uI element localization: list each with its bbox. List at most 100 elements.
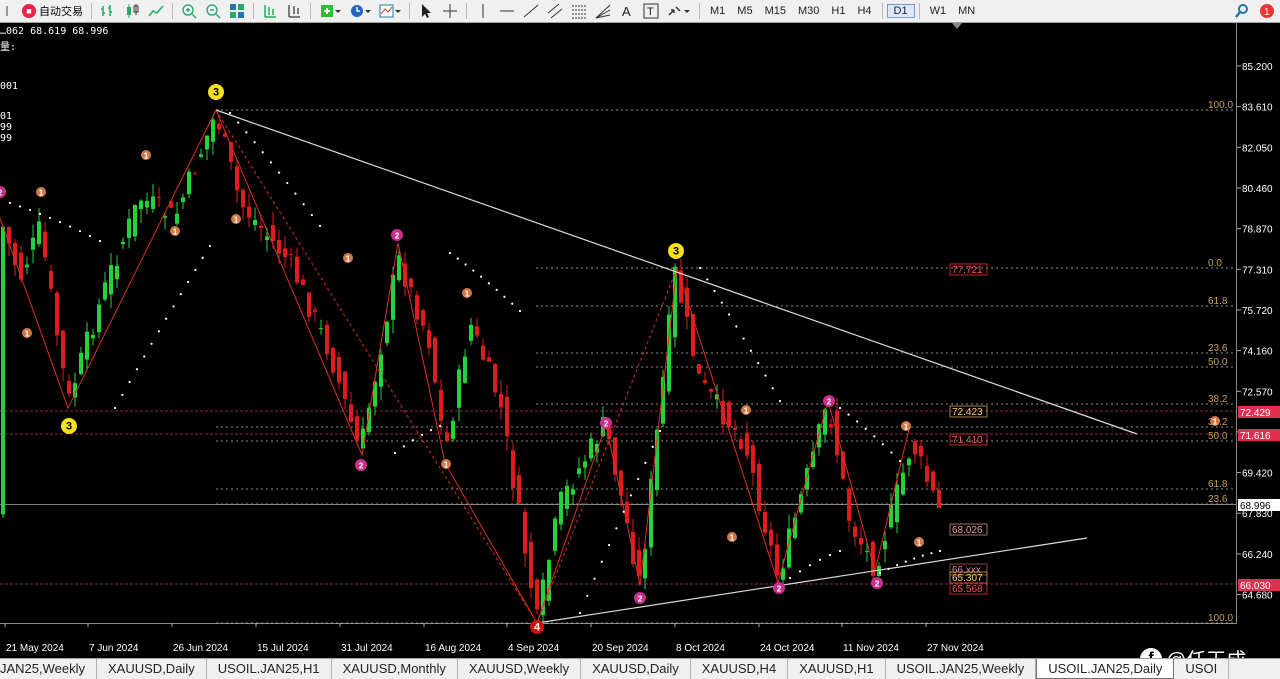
candle-body: [757, 463, 761, 512]
tile-icon[interactable]: [226, 2, 248, 20]
chart-shift-marker[interactable]: [952, 23, 962, 29]
parabolic-sar-dot: [294, 192, 297, 195]
price-label: 66.240: [1242, 550, 1273, 561]
candle-body: [103, 282, 107, 300]
candle-body: [25, 264, 29, 268]
chart-tab[interactable]: XAUUSD,H1: [788, 659, 886, 679]
text-label-icon[interactable]: T: [640, 2, 662, 20]
arrows-icon[interactable]: [664, 2, 694, 20]
chart-canvas[interactable]: 85.200 83.610 82.050 80.460 78.870 77.310 75.7…: [0, 23, 1280, 657]
line-chart-icon[interactable]: [145, 2, 167, 20]
chart-tabs: JAN25,Weekly XAUUSD,Daily USOIL.JAN25,H1 XA…: [0, 658, 1280, 679]
candle-body: [115, 265, 119, 280]
candle-body: [577, 468, 581, 474]
notification-icon[interactable]: 1: [1255, 2, 1279, 20]
price-label: 82.050: [1242, 143, 1273, 154]
indicators-icon[interactable]: [316, 2, 344, 20]
support-trendline: [536, 537, 1088, 624]
chart-tab[interactable]: XAUUSD,H4: [691, 659, 789, 679]
zoom-in-icon[interactable]: [178, 2, 200, 20]
price-label: 72.570: [1242, 387, 1273, 398]
search-icon[interactable]: [1231, 2, 1253, 20]
timeframe-mn[interactable]: MN: [952, 5, 981, 17]
horizontal-line-icon[interactable]: [496, 2, 518, 20]
candle-body: [697, 364, 701, 374]
autoscroll-icon[interactable]: [283, 2, 305, 20]
candle-body: [187, 171, 191, 195]
candle-body: [415, 295, 419, 320]
fibonacci-icon[interactable]: [568, 2, 590, 20]
wave-label-text: 2: [827, 398, 832, 407]
date-label: 31 Jul 2024: [341, 643, 393, 654]
chart-tab[interactable]: USOIL.JAN25,H1: [207, 659, 332, 679]
candles-icon[interactable]: [121, 2, 143, 20]
parabolic-sar-dot: [658, 429, 662, 433]
timeframe-m30[interactable]: M30: [792, 5, 825, 17]
candle-body: [235, 166, 239, 191]
parabolic-sar-dot: [429, 429, 433, 432]
parabolic-sar-dot: [245, 131, 248, 134]
crosshair-icon[interactable]: [439, 2, 461, 20]
templates-icon[interactable]: [376, 2, 404, 20]
chart-tab[interactable]: JAN25,Weekly: [0, 659, 98, 679]
candle-body: [511, 450, 515, 488]
zoom-out-icon[interactable]: [202, 2, 224, 20]
parabolic-sar-dot: [742, 337, 745, 340]
timeframe-m5[interactable]: M5: [731, 5, 758, 17]
date-label: 15 Jul 2024: [257, 643, 309, 654]
chart-tab[interactable]: USOIL.JAN25,Weekly: [886, 659, 1037, 679]
candle-body: [217, 124, 221, 130]
parabolic-sar-dot: [873, 435, 876, 438]
wave-label-text: 1: [904, 423, 909, 432]
candle-body: [91, 334, 95, 339]
candle-body: [67, 380, 71, 394]
parabolic-sar-dot: [135, 368, 139, 371]
candle-body: [583, 461, 587, 468]
timeframe-h1[interactable]: H1: [825, 5, 851, 17]
trendline-icon[interactable]: [520, 2, 542, 20]
chart-tab[interactable]: XAUUSD,Monthly: [332, 659, 458, 679]
parabolic-sar-dot: [503, 295, 506, 298]
svg-text:T: T: [647, 6, 654, 18]
chart-tab[interactable]: XAUUSD,Daily: [581, 659, 691, 679]
channel-icon[interactable]: [544, 2, 566, 20]
timeframe-m1[interactable]: M1: [704, 5, 731, 17]
candle-body: [559, 491, 563, 525]
parabolic-sar-dot: [456, 257, 459, 260]
parabolic-sar-dot: [472, 269, 475, 272]
price-chart[interactable]: 85.200 83.610 82.050 80.460 78.870 77.310 75.7…: [0, 23, 1280, 672]
chart-tab[interactable]: XAUUSD,Daily: [97, 659, 207, 679]
chart-tab[interactable]: USOIL.JAN25,Daily: [1036, 659, 1175, 679]
clock-icon[interactable]: [346, 2, 374, 20]
toolbar-separator: [172, 3, 173, 19]
fibonacci-fan-icon[interactable]: [592, 2, 614, 20]
candle-body: [523, 511, 527, 554]
side-value-4: 99: [0, 133, 13, 144]
chart-tab[interactable]: USOI: [1174, 659, 1230, 679]
wave-label-text: 1: [1213, 418, 1218, 427]
timeframe-w1[interactable]: W1: [924, 5, 953, 17]
parabolic-sar-dot: [930, 552, 933, 555]
timeframe-d1[interactable]: D1: [886, 4, 915, 18]
timeframe-h4[interactable]: H4: [851, 5, 877, 17]
chart-tab[interactable]: XAUUSD,Weekly: [458, 659, 582, 679]
text-icon[interactable]: A: [616, 2, 638, 20]
candle-body: [427, 330, 431, 349]
candle-body: [553, 518, 557, 551]
candle-body: [193, 173, 197, 175]
period-separators-icon[interactable]: [259, 2, 281, 20]
parabolic-sar-dot: [98, 239, 102, 243]
timeframe-m15[interactable]: M15: [759, 5, 792, 17]
candle-body: [691, 313, 695, 356]
candle-body: [769, 529, 773, 546]
candle-body: [175, 213, 179, 224]
candle-body: [127, 218, 131, 238]
parabolic-sar-dot: [179, 293, 182, 296]
vertical-line-icon[interactable]: [472, 2, 494, 20]
auto-trade-button[interactable]: ■ 自动交易: [18, 3, 87, 19]
candle-body: [61, 330, 65, 369]
cursor-icon[interactable]: [415, 2, 437, 20]
price-box-label: 72.423: [952, 407, 983, 418]
parabolic-sar-dot: [172, 305, 175, 308]
bar-chart-icon[interactable]: [97, 2, 119, 20]
